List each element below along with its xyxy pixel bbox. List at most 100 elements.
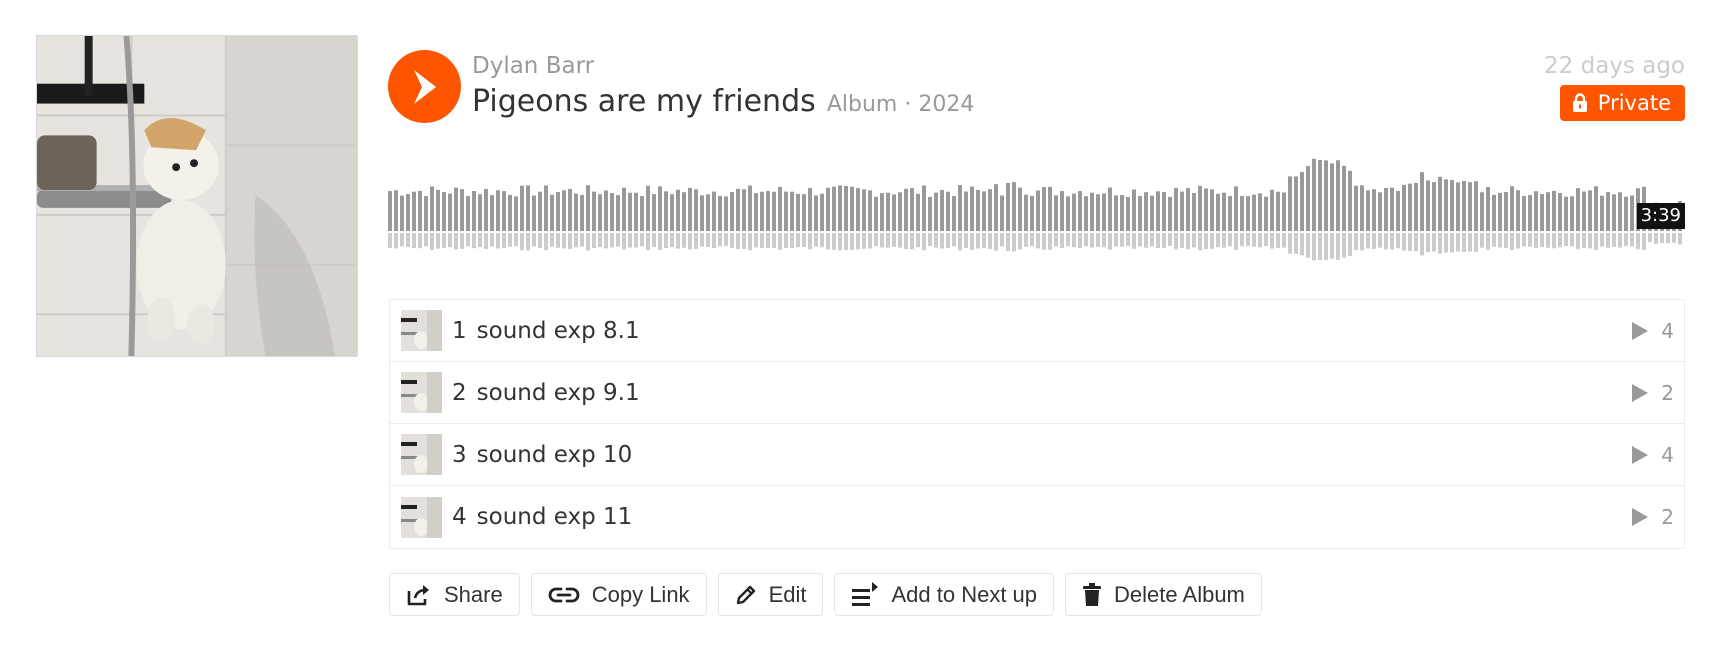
waveform-bar-top bbox=[1474, 181, 1478, 231]
waveform-bar-bottom bbox=[706, 233, 710, 247]
waveform-bar-bottom bbox=[460, 233, 464, 249]
waveform-bar-bottom bbox=[694, 233, 698, 249]
waveform-bar-top bbox=[1522, 195, 1526, 231]
waveform-bar-bottom bbox=[880, 233, 884, 248]
waveform-bar-top bbox=[1084, 196, 1088, 231]
waveform-bar-top bbox=[1264, 196, 1268, 231]
waveform-bar-top bbox=[1606, 192, 1610, 231]
waveform-bar-bottom bbox=[466, 233, 470, 247]
waveform-bar-top bbox=[1534, 191, 1538, 231]
waveform-bar-top bbox=[1480, 192, 1484, 231]
waveform-bar-bottom bbox=[988, 233, 992, 249]
waveform-bar-bottom bbox=[916, 233, 920, 248]
waveform-bar-bottom bbox=[688, 233, 692, 250]
waveform-bar-top bbox=[820, 193, 824, 231]
waveform-bar-bottom bbox=[556, 233, 560, 248]
waveform-bar-bottom bbox=[406, 233, 410, 248]
track-plays: 2 bbox=[1631, 505, 1674, 529]
waveform-bar-bottom bbox=[580, 233, 584, 247]
waveform-bar-top bbox=[808, 188, 812, 231]
track-title[interactable]: sound exp 11 bbox=[477, 504, 633, 530]
waveform-bar-bottom bbox=[994, 233, 998, 251]
waveform-bar-bottom bbox=[766, 233, 770, 249]
track-row[interactable]: 3 sound exp 10 4 bbox=[390, 424, 1684, 486]
waveform-bar-top bbox=[460, 189, 464, 231]
waveform-bar-bottom bbox=[796, 233, 800, 248]
album-meta: Album · 2024 bbox=[826, 92, 975, 117]
waveform-bar-top bbox=[1510, 186, 1514, 231]
waveform-bar-top bbox=[442, 192, 446, 231]
add-to-next-up-button[interactable]: Add to Next up bbox=[834, 573, 1055, 616]
waveform[interactable]: 3:39 bbox=[388, 155, 1685, 265]
waveform-bar-bottom bbox=[568, 233, 572, 249]
waveform-bar-top bbox=[1270, 189, 1274, 231]
copy-link-button[interactable]: Copy Link bbox=[530, 573, 707, 616]
waveform-bar-bottom bbox=[1264, 233, 1268, 247]
waveform-bar-top bbox=[934, 192, 938, 231]
waveform-bar-bottom bbox=[1342, 233, 1346, 258]
waveform-bar-top bbox=[1456, 182, 1460, 231]
waveform-bar-bottom bbox=[1066, 233, 1070, 247]
waveform-bar-bottom bbox=[1132, 233, 1136, 249]
waveform-bar-top bbox=[1498, 192, 1502, 231]
waveform-bar-top bbox=[772, 191, 776, 231]
waveform-bar-top bbox=[1360, 185, 1364, 231]
private-badge: Private bbox=[1559, 85, 1685, 121]
delete-album-button[interactable]: Delete Album bbox=[1065, 573, 1262, 616]
waveform-bar-bottom bbox=[952, 233, 956, 247]
track-row[interactable]: 1 sound exp 8.1 4 bbox=[390, 300, 1684, 362]
waveform-bar-bottom bbox=[532, 233, 536, 247]
play-count: 4 bbox=[1661, 442, 1674, 467]
waveform-bar-bottom bbox=[784, 233, 788, 248]
waveform-bar-bottom bbox=[1174, 233, 1178, 250]
track-title[interactable]: sound exp 8.1 bbox=[477, 318, 640, 344]
waveform-bar-bottom bbox=[856, 233, 860, 250]
waveform-bar-bottom bbox=[586, 233, 590, 251]
waveform-bar-bottom bbox=[616, 233, 620, 247]
waveform-bar-bottom bbox=[1258, 233, 1262, 248]
waveform-bar-top bbox=[1492, 194, 1496, 231]
track-artwork bbox=[401, 310, 442, 351]
track-row[interactable]: 4 sound exp 11 2 bbox=[390, 486, 1684, 548]
waveform-bar-top bbox=[520, 185, 524, 231]
lock-icon bbox=[1572, 93, 1587, 112]
waveform-bar-top bbox=[964, 191, 968, 231]
waveform-bar-bottom bbox=[514, 233, 518, 247]
waveform-bar-top bbox=[1414, 182, 1418, 231]
waveform-bar-bottom bbox=[1474, 233, 1478, 252]
waveform-bar-top bbox=[1402, 184, 1406, 231]
album-title[interactable]: Pigeons are my friends bbox=[472, 84, 816, 119]
waveform-bar-bottom bbox=[1462, 233, 1466, 252]
waveform-bar-top bbox=[850, 186, 854, 231]
waveform-bar-bottom bbox=[844, 233, 848, 251]
edit-button[interactable]: Edit bbox=[717, 573, 824, 616]
waveform-bar-bottom bbox=[946, 233, 950, 248]
play-button[interactable] bbox=[388, 50, 461, 123]
album-artwork[interactable] bbox=[36, 35, 358, 357]
waveform-bar-bottom bbox=[1492, 233, 1496, 247]
waveform-bar-top bbox=[1300, 172, 1304, 231]
waveform-bar-top bbox=[646, 185, 650, 231]
waveform-bar-top bbox=[904, 188, 908, 231]
waveform-bar-top bbox=[664, 191, 668, 231]
artist-name[interactable]: Dylan Barr bbox=[472, 53, 594, 79]
waveform-bar-bottom bbox=[712, 233, 716, 248]
waveform-bar-top bbox=[508, 194, 512, 231]
waveform-bar-top bbox=[616, 195, 620, 231]
waveform-bar-bottom bbox=[1018, 233, 1022, 250]
waveform-bar-top bbox=[1042, 187, 1046, 231]
track-list: 1 sound exp 8.1 4 2 sound exp 9.1 2 3 so… bbox=[389, 299, 1685, 549]
waveform-bar-bottom bbox=[1540, 233, 1544, 248]
track-title[interactable]: sound exp 10 bbox=[477, 442, 633, 468]
waveform-bar-bottom bbox=[1534, 233, 1538, 249]
share-button[interactable]: Share bbox=[389, 573, 520, 616]
waveform-bar-top bbox=[922, 185, 926, 231]
waveform-bar-bottom bbox=[802, 233, 806, 247]
waveform-bar-bottom bbox=[1390, 233, 1394, 250]
waveform-bar-top bbox=[1090, 192, 1094, 231]
track-title[interactable]: sound exp 9.1 bbox=[477, 380, 640, 406]
track-row[interactable]: 2 sound exp 9.1 2 bbox=[390, 362, 1684, 424]
waveform-bar-top bbox=[490, 195, 494, 231]
waveform-bar-bottom bbox=[1114, 233, 1118, 247]
waveform-bar-bottom bbox=[1060, 233, 1064, 249]
